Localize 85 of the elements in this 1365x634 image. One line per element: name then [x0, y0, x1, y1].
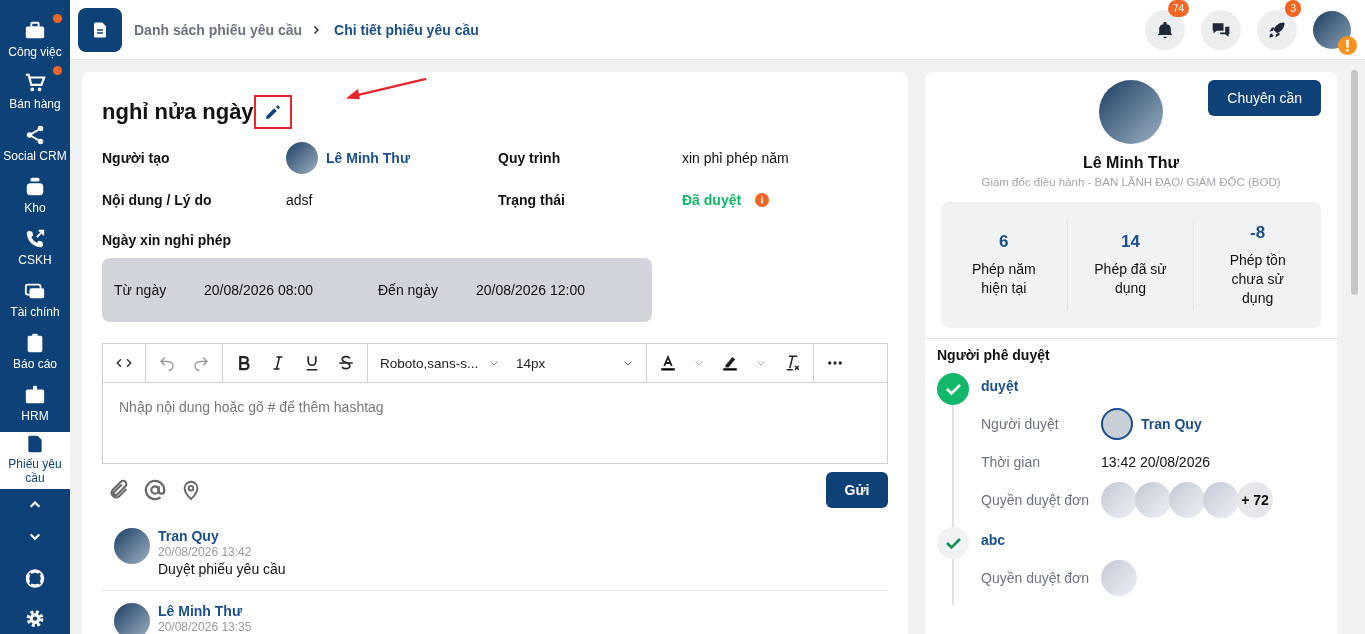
date-label: Từ ngày	[114, 282, 168, 298]
font-size-dropdown[interactable]: 14px	[516, 355, 634, 371]
step-field-label: Người duyệt	[981, 416, 1060, 432]
stat-label: Phép đã sử dụng	[1093, 260, 1168, 298]
field-label: Trạng thái	[498, 192, 566, 208]
document-button[interactable]	[78, 7, 122, 52]
font-family-dropdown[interactable]: Roboto,sans-s...	[380, 355, 500, 371]
avatar-photo-placeholder	[1101, 482, 1137, 518]
phone-icon	[24, 228, 46, 250]
mention-icon[interactable]	[144, 479, 166, 501]
sidebar-item[interactable]: CSKH	[0, 226, 70, 278]
comment-time: 20/08/2026 13:42	[158, 545, 253, 560]
lifebuoy-icon[interactable]	[24, 567, 46, 589]
strikethrough-icon[interactable]	[337, 354, 355, 372]
step-field-label: Quyền duyệt đơn	[981, 570, 1091, 586]
more-count[interactable]: + 72	[1237, 482, 1273, 518]
field-label: Nội dung / Lý do	[102, 192, 213, 208]
breadcrumb-current: Chi tiết phiếu yêu cầu	[334, 21, 479, 38]
sidebar-item[interactable]: Bán hàng	[0, 70, 70, 122]
user-avatar[interactable]	[1313, 10, 1351, 49]
settings-icon[interactable]	[24, 607, 46, 629]
date-label: Đến ngày	[378, 282, 439, 298]
sidebar-item[interactable]: Social CRM	[0, 122, 70, 174]
comment-author[interactable]: Lê Minh Thư	[158, 603, 252, 620]
bell-icon	[1155, 19, 1175, 40]
sidebar-item[interactable]: HRM	[0, 382, 70, 434]
date-value: 20/08/2026 08:00	[204, 282, 314, 298]
avatar-photo-placeholder	[1135, 482, 1171, 518]
profile-role: Giám đốc điều hành - BAN LÃNH ĐẠO/ GIÁM ĐỐC (BOD)	[980, 176, 1282, 188]
breadcrumb-link[interactable]: Danh sách phiếu yêu cầu	[134, 21, 303, 38]
stat-label: Phép năm hiện tại	[970, 260, 1037, 298]
comment-editor[interactable]: Roboto,sans-s... 14px Nhập nội dung hoặc gõ # để thêm hashtag	[102, 343, 888, 464]
stat-value: 6	[999, 232, 1009, 252]
attendance-button[interactable]: Chuyên cần	[1208, 80, 1321, 116]
person-link[interactable]: Lê Minh Thư	[326, 150, 410, 166]
scrollbar[interactable]	[1351, 70, 1358, 295]
step-field-label: Thời gian	[981, 454, 1041, 470]
count-badge: 3	[1285, 0, 1301, 17]
document-icon	[91, 20, 109, 39]
step-field-label: Quyền duyệt đơn	[981, 492, 1091, 508]
request-title: nghỉ nửa ngày	[102, 99, 254, 125]
date-value: 20/08/2026 12:00	[476, 282, 586, 298]
send-button[interactable]: Gửi	[826, 472, 888, 508]
avatar-photo-placeholder	[1101, 408, 1133, 440]
undo-icon[interactable]	[158, 354, 176, 372]
sidebar-item[interactable]: Kho	[0, 174, 70, 226]
share-icon	[24, 124, 46, 146]
highlighter-icon[interactable]	[721, 354, 739, 372]
section-label: Ngày xin nghỉ phép	[102, 232, 233, 248]
edit-icon[interactable]	[263, 103, 282, 121]
chat-button[interactable]	[1201, 9, 1241, 50]
section-title: Người phê duyệt	[937, 347, 1051, 363]
text-color-icon[interactable]	[659, 354, 677, 372]
stat-label: Phép tồn chưa sử dụng	[1228, 250, 1287, 308]
count-badge: 74	[1167, 0, 1189, 17]
comment-time: 20/08/2026 13:35	[158, 620, 252, 634]
field-value: xin phỉ phép năm	[682, 150, 789, 166]
comment-author[interactable]: Tran Quy	[158, 528, 286, 545]
attachment-icon[interactable]	[108, 479, 130, 501]
avatar-photo-placeholder	[286, 142, 318, 174]
step-name: duyệt	[981, 377, 1020, 396]
avatar-photo-placeholder	[1101, 560, 1137, 596]
sidebar-item[interactable]: Tài chính	[0, 278, 70, 330]
status-text: Đã duyệt	[682, 192, 742, 208]
sidebar-item[interactable]: Công việc	[0, 18, 70, 70]
field-value: adsf	[286, 192, 313, 208]
step-name: abc	[981, 531, 1007, 550]
comment-text: Duyệt phiếu yêu cầu	[158, 560, 286, 578]
sidebar-item[interactable]: Phiếu yêu cầu	[0, 432, 70, 489]
redo-icon[interactable]	[192, 354, 210, 372]
avatar-photo-placeholder	[114, 528, 150, 564]
avatar-photo-placeholder	[1203, 482, 1239, 518]
stat-value: -8	[1250, 222, 1266, 243]
field-label: Người tạo	[102, 150, 171, 166]
step-field-value: 13:42 20/08/2026	[1101, 454, 1210, 470]
stat-value: 14	[1121, 232, 1140, 252]
info-icon[interactable]	[755, 193, 770, 207]
cart-icon	[24, 72, 46, 94]
approver-link[interactable]: Tran Quy	[1141, 416, 1202, 432]
stack-icon	[24, 176, 46, 198]
field-label: Quy trình	[498, 150, 562, 166]
sidebar-item[interactable]: Báo cáo	[0, 330, 70, 382]
profile-name: Lê Minh Thư	[1082, 154, 1180, 172]
avatar-photo-placeholder	[114, 603, 150, 634]
avatar-photo-placeholder	[1169, 482, 1205, 518]
